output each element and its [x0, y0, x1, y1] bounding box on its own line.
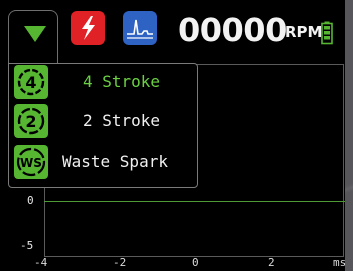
- y-tick-label: -5: [20, 239, 34, 252]
- y-tick-label: 0: [27, 194, 34, 207]
- x-tick-label: -4: [34, 256, 48, 269]
- svg-text:4: 4: [25, 73, 36, 92]
- stroke-mode-dropdown: 4 4 Stroke 2 2 Stroke WS Waste Spark: [8, 63, 198, 188]
- menu-item-2-stroke[interactable]: 2 2 Stroke: [9, 103, 197, 139]
- svg-text:WS: WS: [20, 156, 42, 170]
- x-tick-label: 2: [268, 256, 275, 269]
- svg-text:2: 2: [25, 112, 36, 131]
- four-stroke-icon: 4: [14, 65, 48, 99]
- x-tick-label: 0: [192, 256, 199, 269]
- rpm-unit-label: RPM: [285, 23, 323, 41]
- menu-item-label: 4 Stroke: [83, 72, 161, 91]
- menu-item-waste-spark[interactable]: WS Waste Spark: [9, 144, 197, 180]
- display-screen: 0 -5 -4 -2 0 2 ms 00000 RPM 4 4 Stroke 2…: [0, 0, 345, 271]
- menu-item-label: 2 Stroke: [83, 111, 161, 130]
- battery-icon: [321, 21, 333, 45]
- signal-trace: [44, 201, 345, 202]
- pulse-waveform-icon: [127, 19, 153, 39]
- menu-item-4-stroke[interactable]: 4 4 Stroke: [9, 64, 197, 100]
- x-axis-unit: ms: [333, 256, 345, 269]
- mode-menu-button[interactable]: [8, 10, 58, 64]
- ignition-button[interactable]: [71, 11, 105, 45]
- triangle-down-icon: [24, 26, 46, 42]
- x-tick-label: -2: [113, 256, 127, 269]
- waste-spark-icon: WS: [14, 145, 48, 179]
- waveform-button[interactable]: [123, 11, 157, 45]
- menu-item-label: Waste Spark: [62, 152, 168, 171]
- two-stroke-icon: 2: [14, 104, 48, 138]
- lightning-bolt-icon: [82, 16, 95, 40]
- rpm-readout: 00000: [178, 11, 287, 49]
